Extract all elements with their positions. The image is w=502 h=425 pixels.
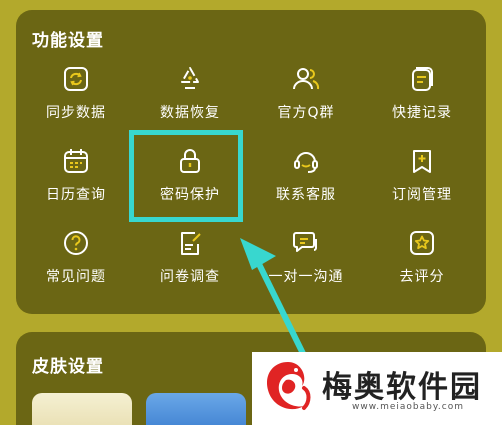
calendar-icon <box>64 149 88 173</box>
faq-label: 常见问题 <box>46 269 106 285</box>
grid-item-contact-support[interactable]: 联系客服 <box>258 146 354 216</box>
quick-notes-label: 快捷记录 <box>392 105 452 121</box>
official-qq-group-label: 官方Q群 <box>277 105 335 121</box>
contact-support-label: 联系客服 <box>276 187 336 203</box>
group-icon <box>293 68 320 90</box>
sync-icon <box>64 67 88 91</box>
grid-item-official-qq-group[interactable]: 官方Q群 <box>258 64 354 134</box>
dragon-logo-icon <box>266 362 311 410</box>
highlight-box <box>129 130 243 222</box>
question-icon <box>64 231 88 255</box>
rate-label: 去评分 <box>399 269 445 285</box>
watermark-title: 梅奥软件园 <box>322 370 482 405</box>
calendar-query-label: 日历查询 <box>46 187 106 203</box>
sync-data-label: 同步数据 <box>46 105 106 121</box>
questionnaire-label: 问卷调查 <box>160 269 220 285</box>
recycle-icon <box>181 67 199 89</box>
grid-item-rate[interactable]: 去评分 <box>374 228 470 298</box>
skin-settings-title: 皮肤设置 <box>32 357 104 377</box>
grid-item-questionnaire[interactable]: 问卷调查 <box>142 228 238 298</box>
grid-item-data-recovery[interactable]: 数据恢复 <box>142 64 238 134</box>
watermark-url: www.meiaobaby.com <box>351 402 464 412</box>
survey-icon <box>181 232 201 255</box>
one-on-one-label: 一对一沟通 <box>268 269 344 285</box>
grid-item-subscription-management[interactable]: 订阅管理 <box>374 146 470 216</box>
headset-icon <box>294 152 318 173</box>
function-settings-title: 功能设置 <box>32 31 104 51</box>
grid-item-quick-notes[interactable]: 快捷记录 <box>374 64 470 134</box>
subscription-management-label: 订阅管理 <box>392 187 452 203</box>
skin-thumbnail-blue[interactable] <box>146 393 246 425</box>
bookmark-icon <box>413 150 431 173</box>
skin-thumbnail-light[interactable] <box>32 393 132 425</box>
star-icon <box>410 231 434 255</box>
grid-item-one-on-one[interactable]: 一对一沟通 <box>258 228 354 298</box>
data-recovery-label: 数据恢复 <box>160 105 220 121</box>
grid-item-faq[interactable]: 常见问题 <box>28 228 124 298</box>
chat-icon <box>293 232 317 252</box>
grid-item-sync-data[interactable]: 同步数据 <box>28 64 124 134</box>
grid-item-calendar-query[interactable]: 日历查询 <box>28 146 124 216</box>
notes-icon <box>412 67 433 91</box>
